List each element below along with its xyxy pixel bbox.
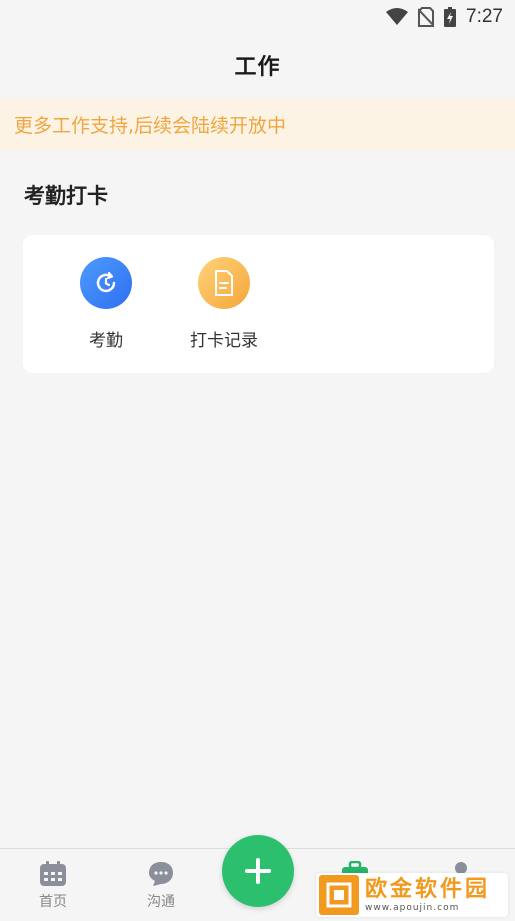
notice-text: 更多工作支持,后续会陆续开放中 [14,114,287,137]
tab-home[interactable]: 首页 [13,861,93,911]
tab-home-label: 首页 [39,894,67,910]
calendar-icon [40,861,66,886]
watermark-logo [319,875,359,915]
wifi-icon [386,8,409,25]
section-title: 考勤打卡 [24,184,108,208]
tab-chat-label: 沟通 [147,894,175,910]
document-icon [198,257,250,309]
tab-chat[interactable]: 沟通 [121,861,201,911]
attendance-card: 考勤 打卡记录 [23,235,494,373]
page-title: 工作 [234,55,281,80]
notice-banner: 更多工作支持,后续会陆续开放中 [0,98,515,150]
plus-icon [245,858,271,884]
clock-icon [80,257,132,309]
watermark-subtitle: www.apoujin.com [365,903,460,913]
app-attendance[interactable]: 考勤 [47,257,165,373]
watermark: 欧金软件园 www.apoujin.com [316,873,508,917]
app-punch-records[interactable]: 打卡记录 [165,257,283,373]
add-button[interactable] [222,835,294,907]
header: 工作 [0,34,515,96]
status-bar: 7:27 [0,0,515,34]
app-attendance-label: 考勤 [89,331,123,351]
watermark-title: 欧金软件园 [365,877,491,902]
chat-icon [149,862,173,886]
app-punch-records-label: 打卡记录 [190,331,258,351]
battery-icon [444,7,457,27]
no-sim-icon [418,7,435,27]
status-time: 7:27 [466,6,503,27]
